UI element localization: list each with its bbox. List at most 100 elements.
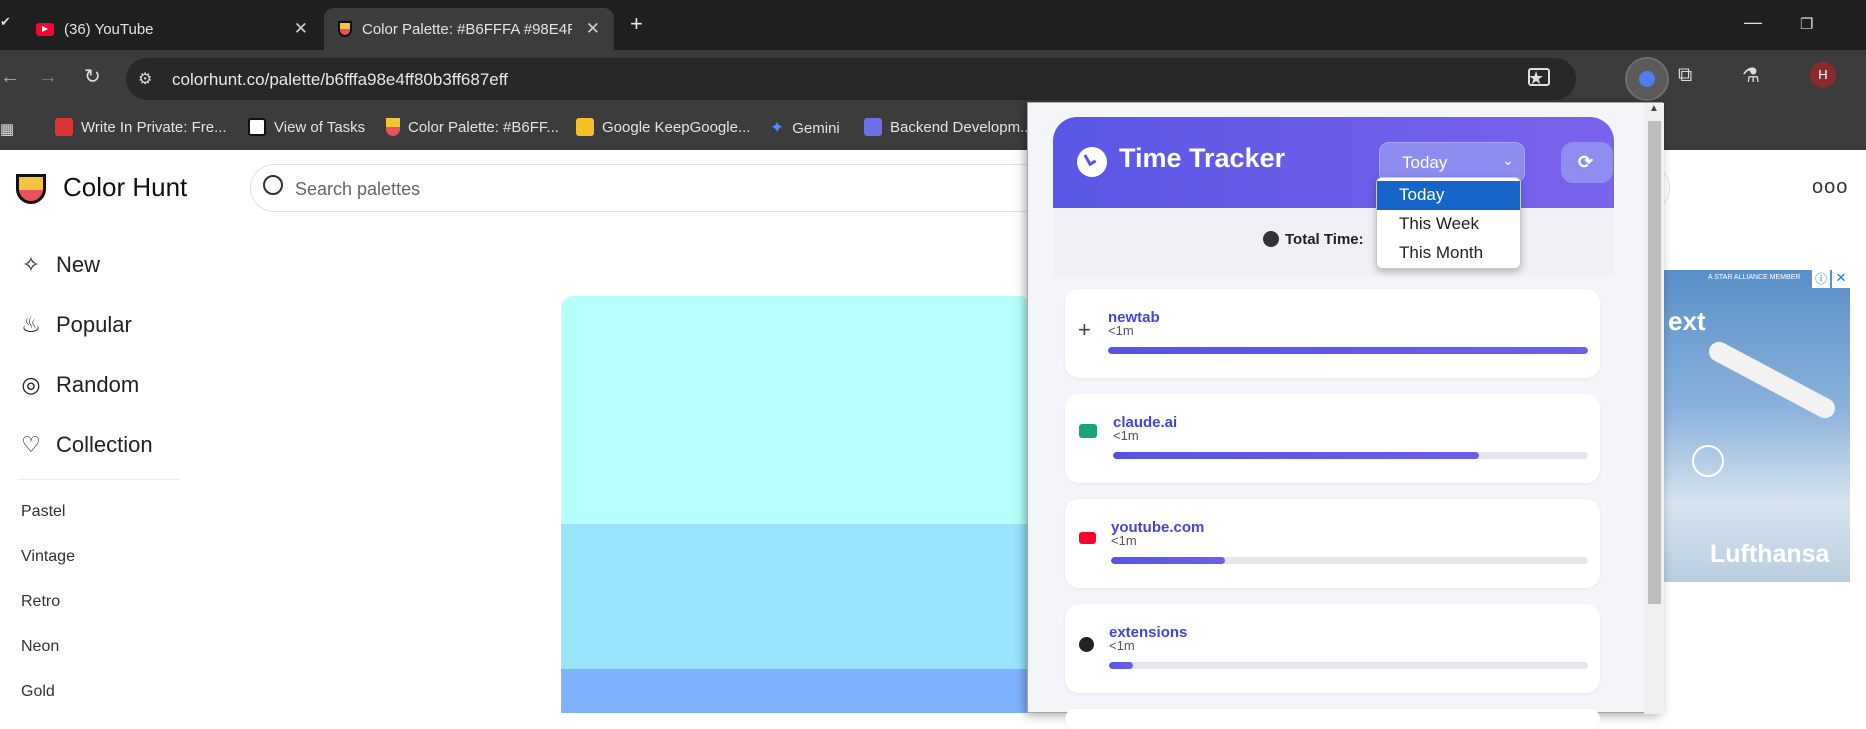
usage-bar-fill (1113, 452, 1479, 459)
time-tracker-extension-button[interactable] (1625, 57, 1669, 101)
heart-icon: ♡ (21, 432, 41, 457)
nav-random[interactable]: ◎ Random (18, 372, 139, 398)
site-logo-text[interactable]: Color Hunt (63, 172, 187, 203)
refresh-button[interactable]: ⟳ (1561, 142, 1613, 183)
palette-swatch-2[interactable] (561, 524, 1031, 669)
browser-tab-bar: ✔ (36) YouTube ✕ Color Palette: #B6FFFA … (0, 0, 1866, 50)
search-icon (263, 175, 283, 195)
flame-icon: ♨ (21, 312, 41, 337)
tracker-header: Time Tracker Today ⌄ ⟳ (1053, 117, 1614, 208)
period-dropdown-menu: Today This Week This Month (1376, 177, 1521, 269)
write-icon (55, 118, 73, 136)
site-card[interactable]: youtube.com <1m (1065, 499, 1600, 588)
color-palette[interactable] (561, 296, 1031, 713)
notion-icon (248, 118, 266, 136)
robot-icon (1079, 424, 1097, 438)
scrollbar-thumb[interactable] (1648, 121, 1661, 604)
close-tab-icon[interactable]: ✕ (294, 19, 308, 39)
youtube-icon (1079, 532, 1096, 544)
tag-neon[interactable]: Neon (21, 638, 59, 656)
restore-icon[interactable]: ❐ (1800, 15, 1813, 33)
usage-bar-fill (1109, 662, 1133, 669)
search-placeholder: Search palettes (295, 179, 421, 199)
tag-vintage[interactable]: Vintage (21, 548, 75, 566)
back-icon[interactable]: ← (0, 66, 20, 89)
nav-popular[interactable]: ♨ Popular (18, 312, 132, 338)
site-card[interactable]: claude.ai <1m (1065, 394, 1600, 483)
crane-logo-icon (1692, 445, 1724, 477)
extensions-puzzle-icon[interactable]: ⧉ (1678, 64, 1692, 87)
tab-search-chevron-icon[interactable]: ✔ (0, 14, 11, 30)
nav-collection[interactable]: ♡ Collection (18, 432, 152, 458)
tab-title: Color Palette: #B6FFFA #98E4FF (362, 20, 572, 38)
site-card[interactable]: extensions <1m (1065, 604, 1600, 693)
time-tracker-icon (1639, 71, 1655, 87)
period-option-today[interactable]: Today (1377, 181, 1520, 210)
bookmark-item[interactable]: View of Tasks (248, 118, 365, 136)
period-option-this-week[interactable]: This Week (1377, 210, 1520, 239)
youtube-icon (36, 22, 54, 36)
total-time-label: Total Time: (1285, 231, 1364, 248)
time-tracker-popup: Time Tracker Today ⌄ ⟳ Total Time: + new… (1027, 102, 1664, 729)
sparkle-icon: ✧ (21, 252, 41, 277)
palette-swatch-3[interactable] (561, 669, 1031, 713)
nav-divider (18, 479, 180, 480)
site-time: <1m (1108, 323, 1134, 338)
site-time: <1m (1111, 533, 1137, 548)
lufthansa-ad[interactable]: A STAR ALLIANCE MEMBER ⓘ ✕ ext Lufthansa (1662, 270, 1850, 582)
usage-bar (1109, 662, 1588, 669)
globe-icon (1079, 637, 1094, 652)
palette-swatch-1[interactable] (561, 296, 1031, 524)
apps-grid-icon[interactable]: ▦ (0, 120, 14, 138)
nav-new[interactable]: ✧ New (18, 252, 100, 278)
tab-youtube[interactable]: (36) YouTube ✕ (22, 8, 322, 50)
url-text: colorhunt.co/palette/b6fffa98e4ff80b3ff6… (172, 70, 508, 89)
usage-bar (1113, 452, 1588, 459)
clock-logo-icon (1077, 147, 1107, 177)
popup-scrollbar[interactable]: ▲ (1644, 103, 1664, 714)
tracker-title: Time Tracker (1119, 143, 1286, 173)
site-info-icon[interactable]: ⚙ (138, 69, 152, 89)
ad-close-icon[interactable]: ✕ (1832, 270, 1850, 288)
usage-bar (1108, 347, 1588, 354)
plus-icon: + (1078, 317, 1091, 342)
new-tab-button[interactable]: + (630, 11, 643, 37)
usage-bar-fill (1111, 557, 1226, 564)
backend-icon (864, 118, 882, 136)
reload-icon[interactable]: ↻ (84, 64, 101, 89)
profile-avatar[interactable]: H (1810, 62, 1836, 88)
bookmark-item[interactable]: Color Palette: #B6FF... (386, 118, 559, 136)
bookmark-item[interactable]: Backend Developm... (864, 118, 1033, 136)
colorhunt-icon (338, 21, 352, 37)
install-app-icon[interactable] (1528, 68, 1550, 86)
close-tab-icon[interactable]: ✕ (586, 19, 600, 39)
spiral-icon: ◎ (21, 372, 41, 397)
bookmark-item[interactable]: Write In Private: Fre... (55, 118, 227, 136)
site-time: <1m (1113, 428, 1139, 443)
colorhunt-icon (386, 118, 400, 136)
browser-toolbar: ← → ↻ ⚙ colorhunt.co/palette/b6fffa98e4f… (0, 50, 1866, 108)
tag-gold[interactable]: Gold (21, 683, 55, 701)
more-options-icon[interactable]: ooo (1812, 176, 1848, 199)
forward-icon[interactable]: → (38, 66, 58, 89)
period-option-this-month[interactable]: This Month (1377, 239, 1520, 268)
address-bar[interactable]: ⚙ colorhunt.co/palette/b6fffa98e4ff80b3f… (126, 58, 1576, 100)
bookmark-item[interactable]: Google KeepGoogle... (576, 118, 750, 136)
ad-info-icon[interactable]: ⓘ (1812, 270, 1830, 288)
colorhunt-logo-icon[interactable] (12, 168, 50, 206)
labs-flask-icon[interactable]: ⚗ (1742, 63, 1760, 88)
minimize-icon[interactable]: — (1744, 12, 1762, 33)
scroll-up-icon[interactable]: ▲ (1649, 103, 1659, 114)
tab-color-palette[interactable]: Color Palette: #B6FFFA #98E4FF ✕ (324, 8, 614, 50)
ad-member-text: A STAR ALLIANCE MEMBER (1708, 274, 1801, 281)
usage-bar (1111, 557, 1588, 564)
tag-pastel[interactable]: Pastel (21, 503, 65, 521)
site-card[interactable]: + newtab <1m (1065, 289, 1600, 378)
bookmark-item[interactable]: ✦ Gemini (770, 118, 840, 138)
keep-icon (576, 118, 594, 136)
usage-bar-fill (1108, 347, 1588, 354)
ad-brand: Lufthansa (1710, 540, 1830, 568)
ad-headline: ext (1668, 306, 1706, 336)
site-card[interactable] (1065, 709, 1600, 729)
tag-retro[interactable]: Retro (21, 593, 60, 611)
